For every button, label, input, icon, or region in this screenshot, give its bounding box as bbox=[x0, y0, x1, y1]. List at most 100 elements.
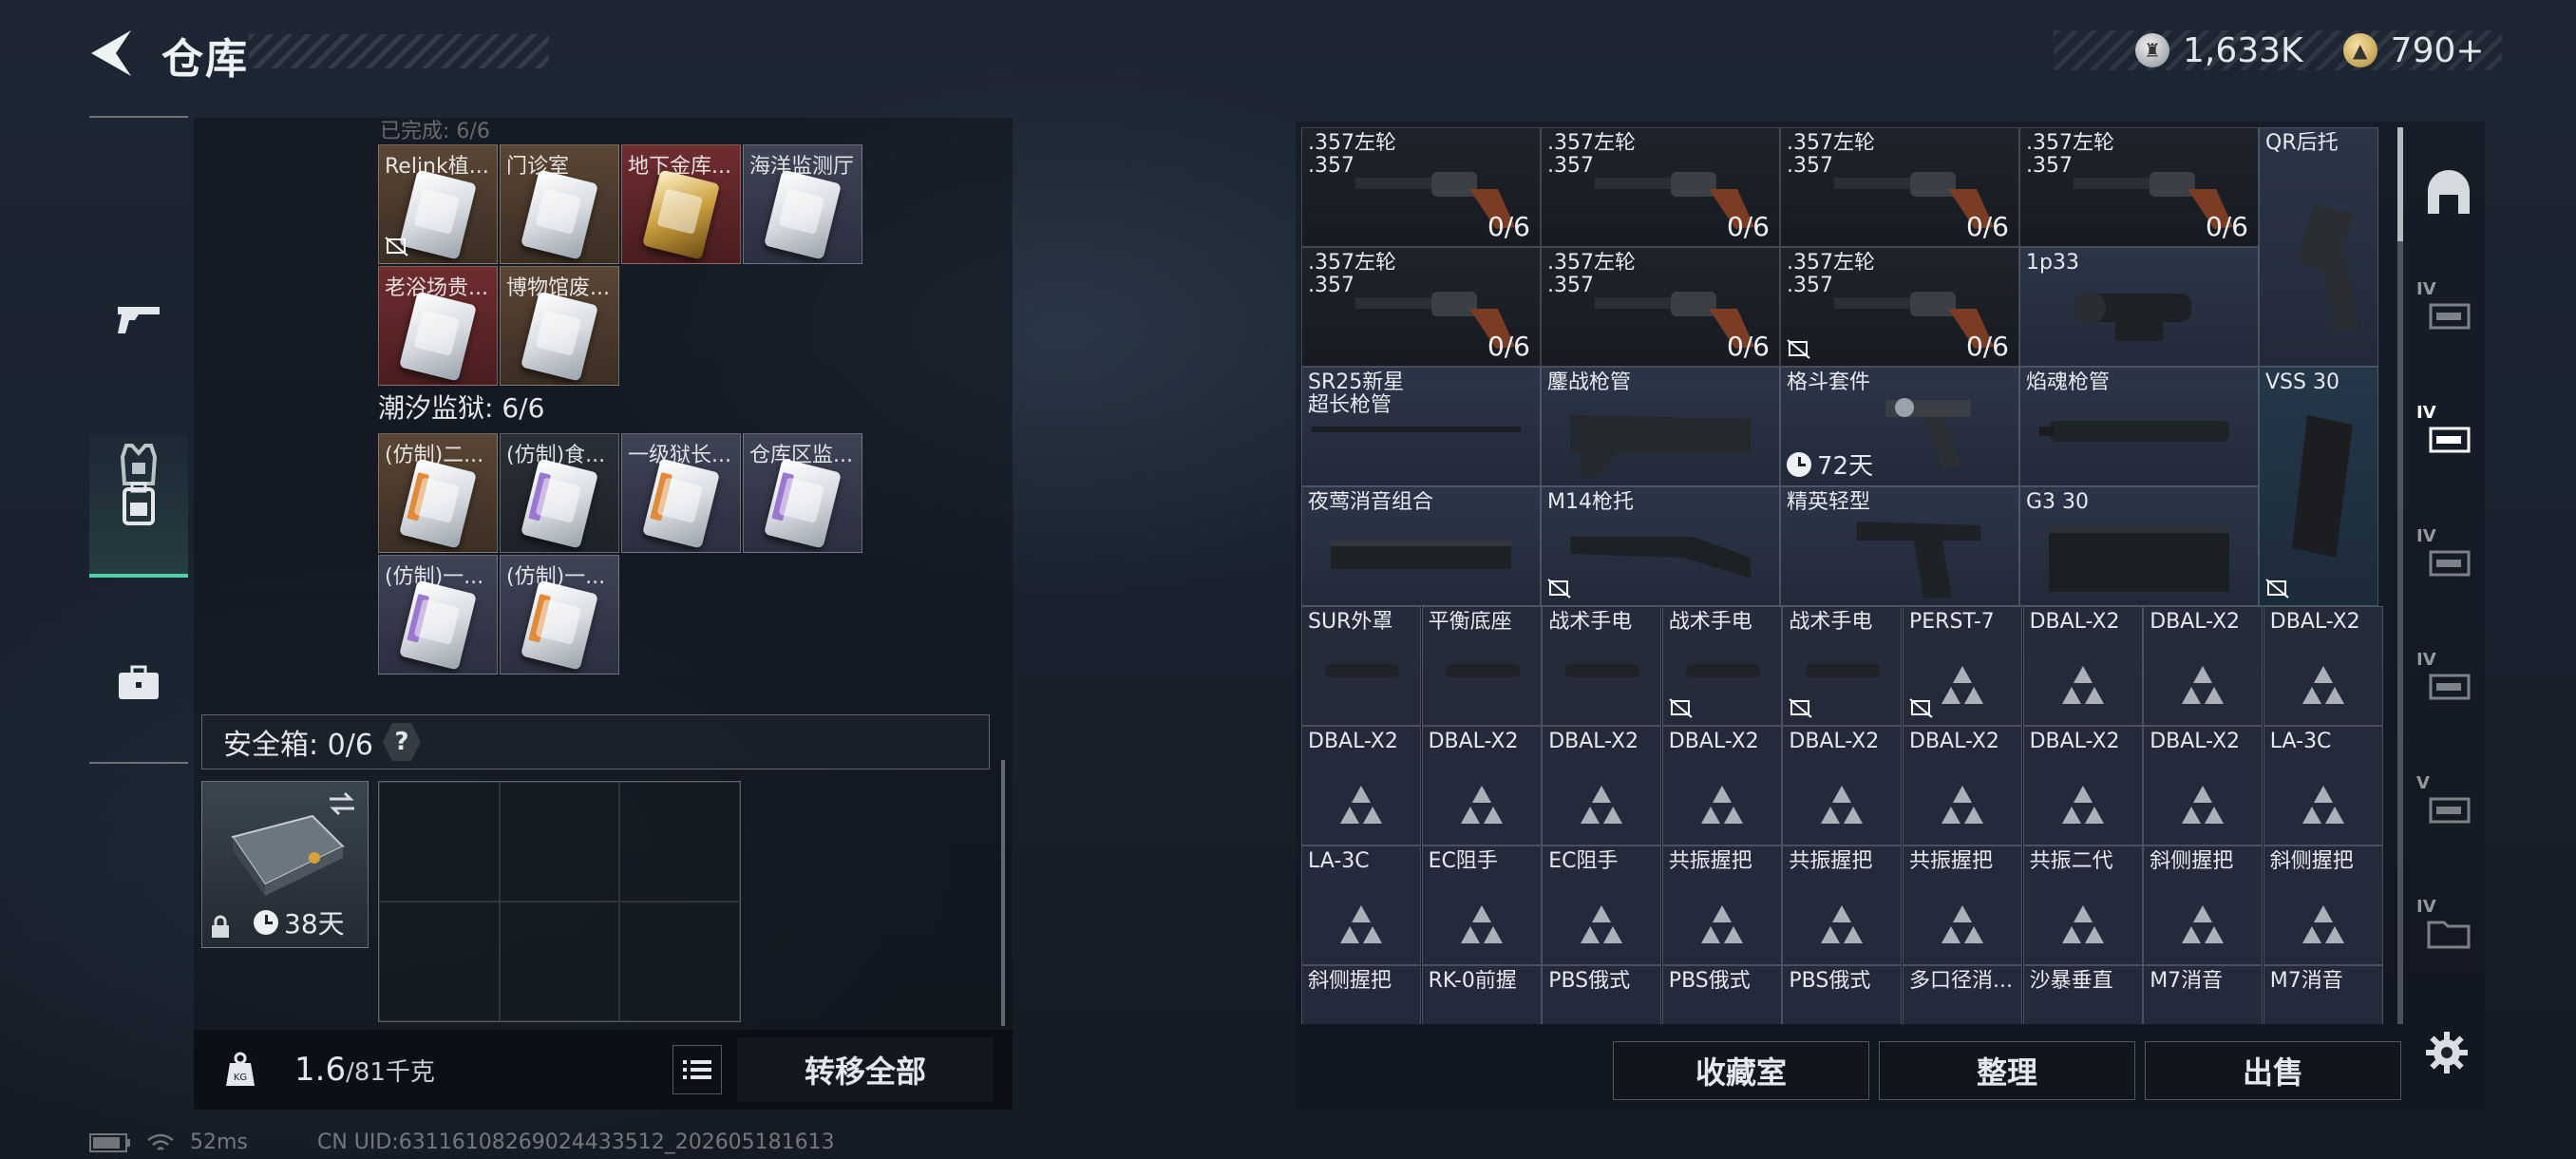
empty-slot[interactable] bbox=[619, 782, 740, 902]
attachment-item[interactable]: DBAL-X2 bbox=[1661, 726, 1782, 846]
keycard-item[interactable]: (仿制)一... bbox=[378, 555, 498, 674]
attachment-item[interactable]: DBAL-X2 bbox=[2143, 606, 2263, 726]
nav-backpack[interactable] bbox=[89, 435, 188, 578]
attachment-item[interactable]: 平衡底座 bbox=[1421, 606, 1542, 726]
keycard-item[interactable]: 仓库区监... bbox=[743, 433, 862, 553]
attachment-item[interactable]: 战术手电 bbox=[1782, 606, 1903, 726]
empty-slot[interactable] bbox=[379, 782, 500, 902]
nav-weapons[interactable] bbox=[89, 249, 188, 391]
keycard-item[interactable]: 老浴场贵... bbox=[378, 266, 498, 386]
attachment-item[interactable]: LA-3C bbox=[2263, 726, 2383, 846]
revolver-item[interactable]: .357左轮 .357 0/6 bbox=[1541, 127, 1780, 247]
empty-slot[interactable] bbox=[379, 902, 500, 1021]
keycard-item[interactable]: Relink植... bbox=[378, 144, 498, 264]
revolver-item[interactable]: .357左轮 .357 0/6 bbox=[1780, 247, 2019, 367]
attachment-item[interactable]: 斜侧握把 bbox=[2143, 846, 2263, 965]
attachment-item[interactable]: DBAL-X2 bbox=[2022, 726, 2143, 846]
attachment-item[interactable]: DBAL-X2 bbox=[2263, 606, 2383, 726]
attachment-item[interactable]: DBAL-X2 bbox=[1782, 726, 1903, 846]
magazine-item[interactable]: G3 30 bbox=[2019, 486, 2259, 606]
attachment-item[interactable]: PERST-7 bbox=[1903, 606, 2022, 726]
attachment-item[interactable]: 战术手电 bbox=[1542, 606, 1662, 726]
sort-button[interactable]: 整理 bbox=[1879, 1041, 2135, 1100]
keycard-item[interactable]: 地下金库... bbox=[621, 144, 741, 264]
attachment-item[interactable]: 共振握把 bbox=[1661, 846, 1782, 965]
attachment-item[interactable]: DBAL-X2 bbox=[1903, 726, 2022, 846]
attachment-item[interactable]: DBAL-X2 bbox=[1542, 726, 1662, 846]
no-trade-icon bbox=[1547, 579, 1571, 598]
attachment-item[interactable]: M7消音 bbox=[2143, 965, 2263, 1024]
keycard-item[interactable]: 海洋监测厅 bbox=[743, 144, 862, 264]
attachment-item[interactable]: EC阻手 bbox=[1421, 846, 1542, 965]
keycard-item[interactable]: 博物馆废... bbox=[500, 266, 619, 386]
help-button[interactable]: ? bbox=[382, 723, 421, 761]
attachment-item[interactable]: LA-3C bbox=[1301, 846, 1421, 965]
attachment-item[interactable]: RK-0前握 bbox=[1421, 965, 1542, 1024]
transfer-all-button[interactable]: 转移全部 bbox=[737, 1037, 994, 1102]
gold-amount[interactable]: 790+ bbox=[2391, 31, 2485, 70]
attachment-item[interactable]: 斜侧握把 bbox=[2263, 846, 2383, 965]
collection-button[interactable]: 收藏室 bbox=[1613, 1041, 1869, 1100]
attachment-item[interactable]: M7消音 bbox=[2263, 965, 2383, 1024]
keycard-item[interactable]: (仿制)二... bbox=[378, 433, 498, 553]
stock-item[interactable]: 精英轻型 bbox=[1780, 486, 2019, 606]
scope-item[interactable]: 1p33 bbox=[2019, 247, 2259, 367]
revolver-item[interactable]: .357左轮 .357 0/6 bbox=[1301, 247, 1541, 367]
revolver-item[interactable]: .357左轮 .357 0/6 bbox=[1541, 247, 1780, 367]
filter-tier-4-d[interactable]: IV bbox=[2413, 625, 2485, 749]
suppressor-kit-item[interactable]: 夜莺消音组合 bbox=[1301, 486, 1541, 606]
barrel-item[interactable]: SR25新星 超长枪管 bbox=[1301, 367, 1541, 486]
attachment-item[interactable]: DBAL-X2 bbox=[1301, 726, 1421, 846]
empty-slot[interactable] bbox=[499, 902, 620, 1021]
keycard-item[interactable]: (仿制)一... bbox=[500, 555, 619, 674]
keycard-item[interactable]: 门诊室 bbox=[500, 144, 619, 264]
attachment-item[interactable]: SUR外罩 bbox=[1301, 606, 1421, 726]
filter-tier-4-e[interactable]: IV bbox=[2413, 872, 2485, 996]
filter-tier-4-a[interactable]: IV bbox=[2413, 255, 2485, 378]
attachment-item[interactable]: 沙暴垂直 bbox=[2022, 965, 2143, 1024]
filter-tier-4-b[interactable]: IV bbox=[2413, 378, 2485, 502]
nav-toolbox[interactable] bbox=[89, 612, 188, 754]
filter-all[interactable] bbox=[2413, 131, 2485, 255]
revolver-item[interactable]: .357左轮 .357 0/6 bbox=[1301, 127, 1541, 247]
inventory-scroll-thumb[interactable] bbox=[2397, 127, 2403, 241]
barrel-item[interactable]: 鏖战枪管 bbox=[1541, 367, 1780, 486]
sell-button[interactable]: 出售 bbox=[2145, 1041, 2401, 1100]
attachment-item[interactable]: 共振二代 bbox=[2022, 846, 2143, 965]
attachment-item[interactable]: 多口径消... bbox=[1903, 965, 2022, 1024]
keycard-item[interactable]: (仿制)食... bbox=[500, 433, 619, 553]
keycard-item[interactable]: 一级狱长... bbox=[621, 433, 741, 553]
back-button[interactable] bbox=[87, 27, 135, 80]
no-trade-icon bbox=[1789, 698, 1813, 718]
attachment-item[interactable]: 共振握把 bbox=[1903, 846, 2022, 965]
stock-item[interactable]: QR后托 bbox=[2259, 127, 2378, 367]
attachment-item[interactable]: DBAL-X2 bbox=[2022, 606, 2143, 726]
inventory-scrollbar[interactable] bbox=[2397, 127, 2403, 1024]
attachment-item[interactable]: PBS俄式 bbox=[1782, 965, 1903, 1024]
settings-button[interactable] bbox=[2416, 1022, 2477, 1083]
attachment-item[interactable]: 战术手电 bbox=[1661, 606, 1782, 726]
empty-slot[interactable] bbox=[499, 782, 620, 902]
attachment-item[interactable]: 斜侧握把 bbox=[1301, 965, 1421, 1024]
attachment-item[interactable]: PBS俄式 bbox=[1542, 965, 1662, 1024]
filter-tier-4-c[interactable]: IV bbox=[2413, 502, 2485, 625]
magazine-item[interactable]: VSS 30 bbox=[2259, 367, 2378, 606]
stock-item[interactable]: M14枪托 bbox=[1541, 486, 1780, 606]
filter-tier-5[interactable]: V bbox=[2413, 749, 2485, 872]
stash-scrollbar[interactable] bbox=[1001, 760, 1005, 1026]
safebox-label: 安全箱: 0/6 bbox=[223, 729, 373, 762]
item-name: EC阻手 bbox=[1548, 850, 1619, 873]
item-name: 斜侧握把 bbox=[1308, 970, 1392, 993]
safebox-container[interactable]: 38天 bbox=[201, 781, 369, 948]
revolver-item[interactable]: .357左轮 .357 0/6 bbox=[1780, 127, 2019, 247]
barrel-item[interactable]: 焰魂枪管 bbox=[2019, 367, 2259, 486]
kit-item[interactable]: 格斗套件 72天 bbox=[1780, 367, 2019, 486]
list-view-button[interactable] bbox=[672, 1045, 722, 1094]
empty-slot[interactable] bbox=[619, 902, 740, 1021]
attachment-item[interactable]: PBS俄式 bbox=[1661, 965, 1782, 1024]
attachment-item[interactable]: EC阻手 bbox=[1542, 846, 1662, 965]
attachment-item[interactable]: DBAL-X2 bbox=[1421, 726, 1542, 846]
revolver-item[interactable]: .357左轮 .357 0/6 bbox=[2019, 127, 2259, 247]
attachment-item[interactable]: 共振握把 bbox=[1782, 846, 1903, 965]
attachment-item[interactable]: DBAL-X2 bbox=[2143, 726, 2263, 846]
